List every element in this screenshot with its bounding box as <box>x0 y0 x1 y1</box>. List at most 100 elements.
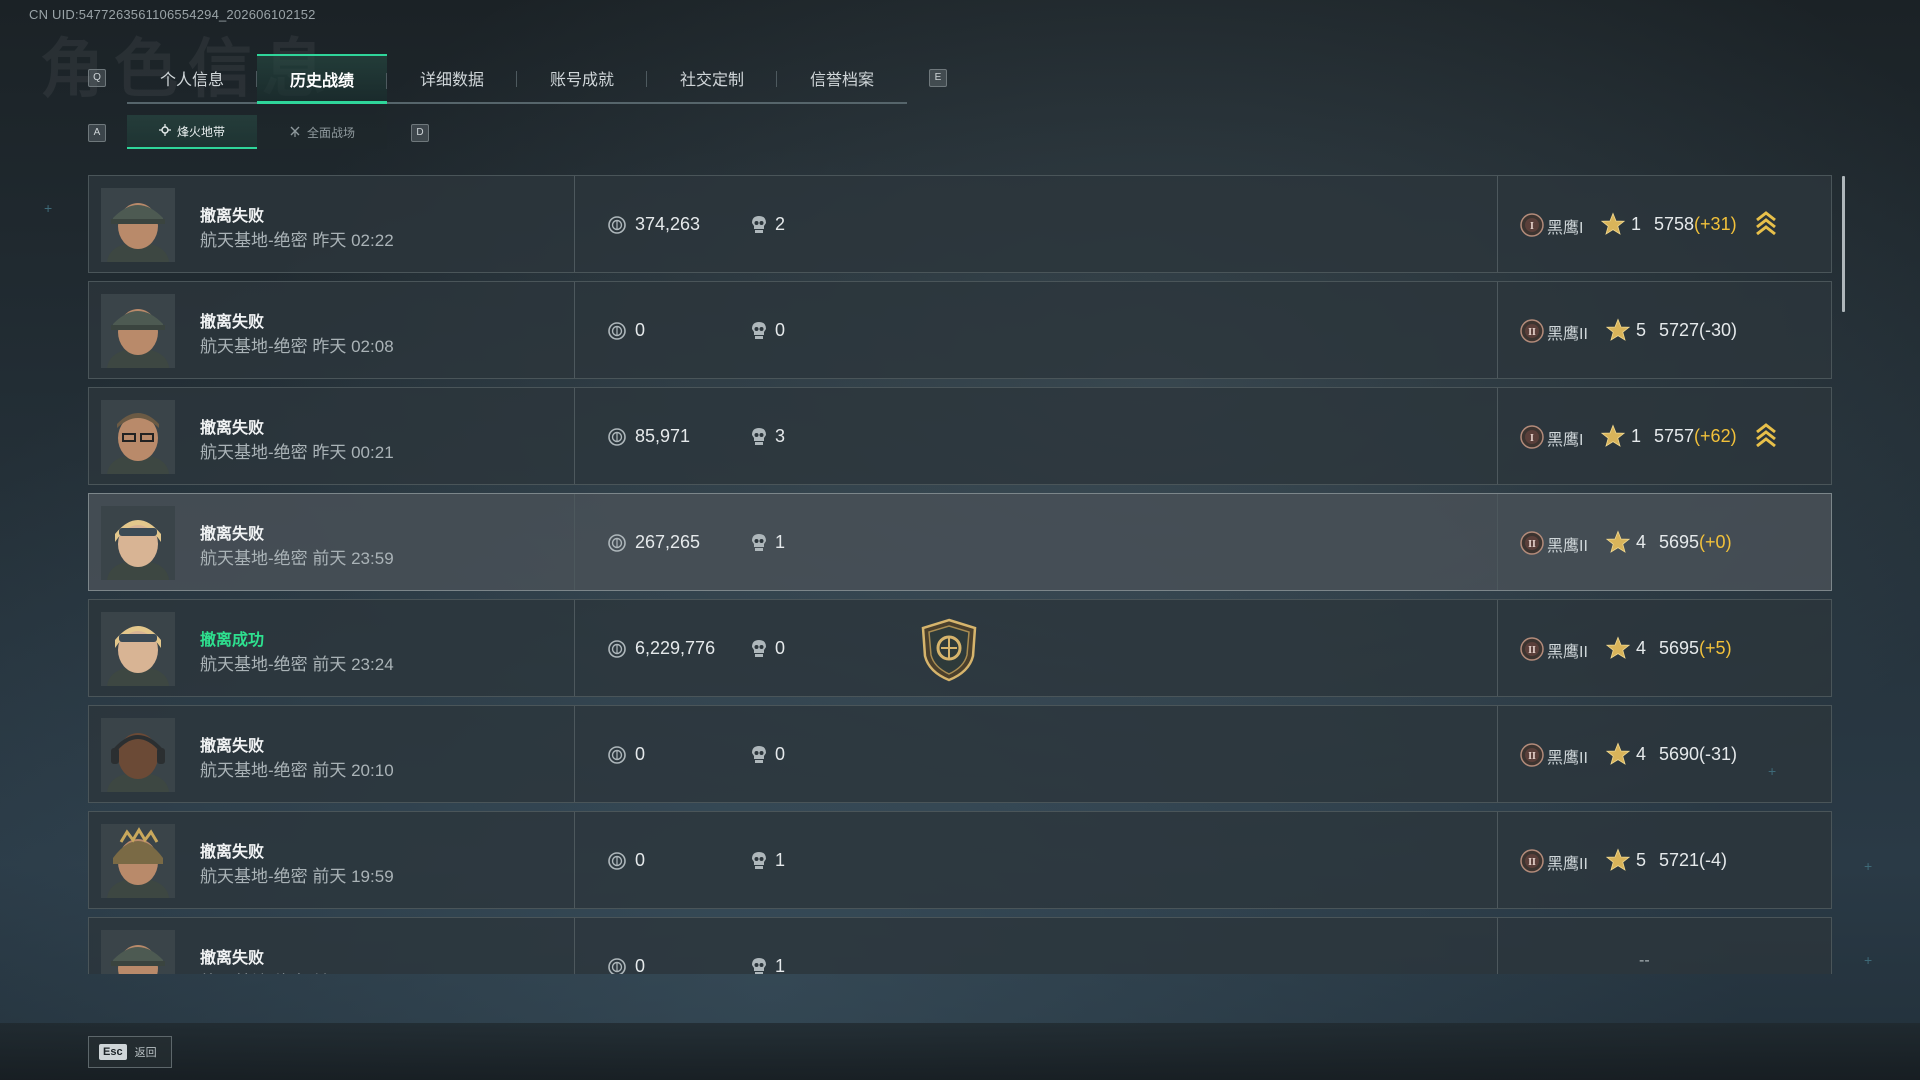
tab-achievements[interactable]: 账号成就 <box>517 54 647 102</box>
operator-avatar <box>101 718 175 792</box>
svg-text:II: II <box>1528 327 1536 338</box>
match-row[interactable]: 撤离失败 航天基地-绝密 前天 20:10 0 0 II 黑鹰II 4 5690(-31) <box>88 705 1832 803</box>
tab-prev-key[interactable]: Q <box>88 69 106 87</box>
skull-icon <box>751 321 767 341</box>
loot-value: 6,229,776 <box>635 638 716 658</box>
match-history-list[interactable]: 撤离失败 航天基地-绝密 昨天 02:22 374,263 2 I 黑鹰I 1 5758(+3… <box>88 175 1832 974</box>
map-and-time: 航天基地-绝密 前天 19:59 <box>200 867 394 886</box>
fire-zone-icon <box>158 123 171 139</box>
match-row[interactable]: 撤离成功 航天基地-绝密 前天 23:24 6,229,776 0 II 黑鹰II 4 569… <box>88 599 1832 697</box>
operator-avatar <box>101 294 175 368</box>
tab-profile[interactable]: 个人信息 <box>127 54 257 102</box>
rank-empty: -- <box>1639 952 1650 969</box>
match-row[interactable]: 撤离失败 航天基地-绝密 昨天 02:22 374,263 2 I 黑鹰I 1 5758(+3… <box>88 175 1832 273</box>
loot-value: 85,971 <box>635 426 691 446</box>
extraction-status: 撤离失败 <box>200 420 265 437</box>
rank-name: 黑鹰II <box>1547 326 1588 343</box>
list-scrollbar[interactable] <box>1842 176 1845 312</box>
subtab-fire-zone[interactable]: 烽火地带 <box>127 115 257 149</box>
column-divider <box>1497 388 1498 484</box>
hud-cross-mark: + <box>1864 858 1873 874</box>
skull-icon <box>751 745 767 765</box>
map-and-time: 航天基地-绝密 前天 19:43 <box>200 968 394 974</box>
rank-score: 5695(+0) <box>1659 532 1732 553</box>
loot-value: 0 <box>635 744 646 764</box>
extraction-status: 撤离失败 <box>200 950 265 967</box>
star-level: 5 <box>1636 850 1647 870</box>
map-and-time: 航天基地-绝密 昨天 00:21 <box>200 443 394 462</box>
coin-icon <box>608 852 626 870</box>
tab-social[interactable]: 社交定制 <box>647 54 777 102</box>
score-value: 5695 <box>1659 638 1700 658</box>
score-value: 5690 <box>1659 744 1700 764</box>
hud-cross-mark: + <box>1864 952 1873 968</box>
star-icon <box>1600 212 1626 236</box>
coin-icon <box>608 322 626 340</box>
kill-count: 0 <box>775 638 786 658</box>
hud-cross-mark: + <box>1768 763 1777 779</box>
match-row[interactable]: 撤离失败 航天基地-绝密 前天 19:59 0 1 II 黑鹰II 5 5721(-4) <box>88 811 1832 909</box>
rank-score: 5727(-30) <box>1659 320 1737 341</box>
score-delta: (-4) <box>1699 850 1728 870</box>
skull-icon <box>751 639 767 659</box>
match-row[interactable]: 撤离失败 航天基地-绝密 前天 23:59 267,265 1 II 黑鹰II 4 5695(… <box>88 493 1832 591</box>
rank-emblem-icon: II <box>1519 742 1545 768</box>
rank-name: 黑鹰II <box>1547 750 1588 767</box>
star-level: 4 <box>1636 532 1647 552</box>
svg-text:II: II <box>1528 645 1536 656</box>
loot-value: 0 <box>635 850 646 870</box>
score-value: 5758 <box>1654 214 1695 234</box>
operator-avatar <box>101 612 175 686</box>
match-row[interactable]: 撤离失败 航天基地-绝密 昨天 00:21 85,971 3 I 黑鹰I 1 5757(+62… <box>88 387 1832 485</box>
extraction-status: 撤离失败 <box>200 844 265 861</box>
subtab-prev-key[interactable]: A <box>88 124 106 142</box>
column-divider <box>574 600 575 696</box>
column-divider <box>1497 282 1498 378</box>
score-delta: (+0) <box>1699 532 1732 552</box>
subtab-battlefield[interactable]: 全面战场 <box>257 115 387 149</box>
tab-credit[interactable]: 信誉档案 <box>777 54 907 102</box>
footer-bar <box>0 1023 1920 1080</box>
coin-icon <box>608 428 626 446</box>
main-tabs: 个人信息 历史战绩 详细数据 账号成就 社交定制 信誉档案 <box>127 54 907 104</box>
extraction-badge-icon <box>919 618 979 682</box>
rank-name: 黑鹰II <box>1547 538 1588 555</box>
mode-subtabs: 烽火地带 全面战场 <box>127 115 387 149</box>
back-button[interactable]: Esc 返回 <box>88 1036 172 1068</box>
star-level: 1 <box>1631 426 1642 446</box>
loot-value: 0 <box>635 956 646 974</box>
operator-avatar <box>101 188 175 262</box>
rank-name: 黑鹰I <box>1547 220 1584 237</box>
subtab-label: 烽火地带 <box>176 124 225 139</box>
rank-name: 黑鹰II <box>1547 644 1588 661</box>
subtab-next-key[interactable]: D <box>411 124 429 142</box>
skull-icon <box>751 533 767 553</box>
kill-count: 3 <box>775 426 786 446</box>
kill-count: 1 <box>775 532 786 552</box>
rank-name: 黑鹰II <box>1547 856 1588 873</box>
star-icon <box>1605 636 1631 660</box>
tab-stats[interactable]: 详细数据 <box>387 54 517 102</box>
coin-icon <box>608 216 626 234</box>
kill-count: 0 <box>775 320 786 340</box>
score-delta: (+5) <box>1699 638 1732 658</box>
tab-next-key[interactable]: E <box>929 69 947 87</box>
star-icon <box>1605 848 1631 872</box>
extraction-status: 撤离失败 <box>200 208 265 225</box>
score-value: 5721 <box>1659 850 1700 870</box>
match-row[interactable]: 撤离失败航天基地-绝密 前天 19:43 0 1 -- <box>88 917 1832 974</box>
column-divider <box>574 282 575 378</box>
map-and-time: 航天基地-绝密 昨天 02:22 <box>200 231 394 250</box>
map-and-time: 航天基地-绝密 前天 23:24 <box>200 655 394 674</box>
skull-icon <box>751 215 767 235</box>
loot-value: 374,263 <box>635 214 701 234</box>
extraction-status: 撤离失败 <box>200 526 265 543</box>
column-divider <box>574 176 575 272</box>
loot-value: 267,265 <box>635 532 701 552</box>
skull-icon <box>751 957 767 974</box>
rank-up-chevron-icon <box>1755 210 1777 238</box>
column-divider <box>574 388 575 484</box>
tab-history[interactable]: 历史战绩 <box>257 54 387 104</box>
svg-text:II: II <box>1528 857 1536 868</box>
match-row[interactable]: 撤离失败 航天基地-绝密 昨天 02:08 0 0 II 黑鹰II 5 5727(-30) <box>88 281 1832 379</box>
